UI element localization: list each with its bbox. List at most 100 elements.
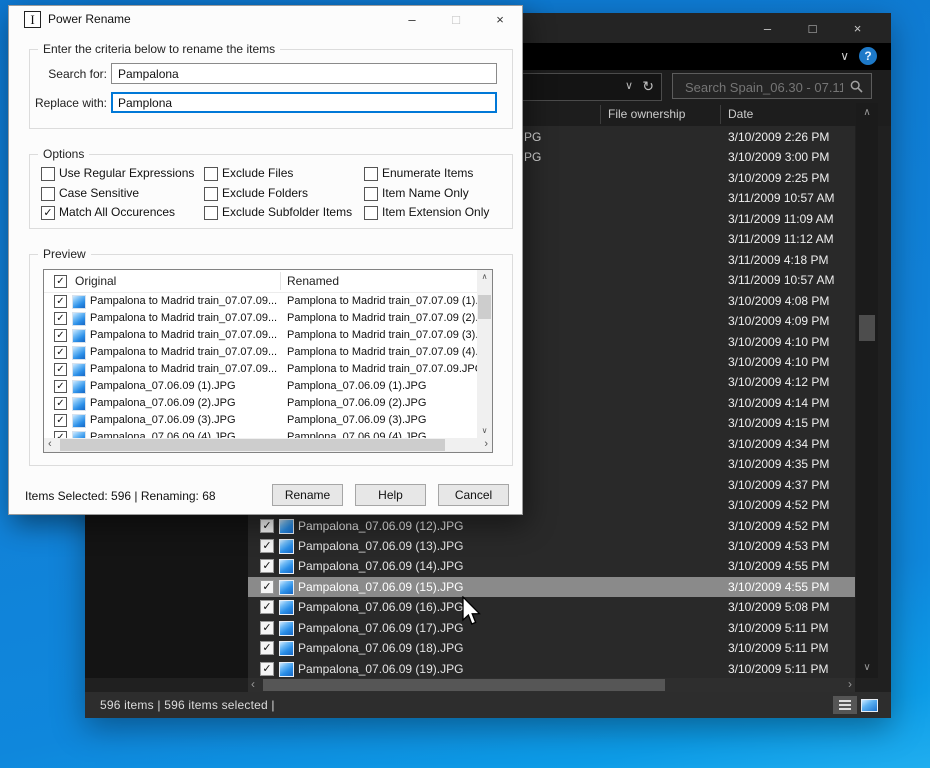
row-checkbox[interactable]: ✓ — [54, 380, 67, 393]
file-name: Pampalona_07.06.09 (16).JPG — [298, 600, 463, 614]
original-name: Pampalona_07.06.09 (4).JPG — [90, 431, 236, 438]
dialog-close-button[interactable]: × — [478, 6, 522, 33]
preview-row[interactable]: ✓Pampalona_07.06.09 (4).JPGPamplona_07.0… — [44, 429, 477, 438]
search-for-input[interactable] — [111, 63, 497, 84]
explorer-maximize-button[interactable]: □ — [790, 13, 835, 43]
option-checkbox[interactable] — [364, 187, 378, 201]
scroll-right-icon[interactable]: › — [484, 438, 488, 452]
row-checkbox[interactable]: ✓ — [260, 519, 274, 533]
vertical-scrollbar[interactable]: ∧ ∨ — [856, 103, 878, 678]
preview-horizontal-scrollbar[interactable]: ‹ › — [44, 438, 492, 452]
cancel-button[interactable]: Cancel — [438, 484, 509, 506]
file-row[interactable]: ✓Pampalona_07.06.09 (13).JPG3/10/2009 4:… — [248, 536, 855, 556]
select-all-checkbox[interactable]: ✓ — [54, 275, 67, 288]
vertical-scrollbar-thumb[interactable] — [859, 315, 875, 341]
row-checkbox[interactable]: ✓ — [260, 600, 274, 614]
scroll-left-icon[interactable]: ‹ — [48, 438, 52, 452]
file-row[interactable]: ✓Pampalona_07.06.09 (19).JPG3/10/2009 5:… — [248, 659, 855, 678]
row-checkbox[interactable]: ✓ — [260, 580, 274, 594]
option-label: Exclude Folders — [222, 186, 308, 200]
horizontal-scrollbar-thumb[interactable] — [263, 679, 665, 691]
scroll-down-icon[interactable]: ∨ — [856, 660, 878, 676]
original-name: Pampalona to Madrid train_07.07.09... — [90, 312, 277, 324]
column-separator[interactable] — [720, 105, 721, 124]
file-row[interactable]: ✓Pampalona_07.06.09 (14).JPG3/10/2009 4:… — [248, 556, 855, 576]
file-row[interactable]: ✓ Pampalona_07.06.09 (15).JPG 3/10/2009 4:… — [248, 577, 855, 597]
search-input[interactable] — [683, 75, 845, 99]
column-header-renamed[interactable]: Renamed — [287, 274, 339, 288]
option-checkbox[interactable] — [364, 167, 378, 181]
address-dropdown-chevron-icon[interactable]: ∨ — [625, 79, 633, 92]
image-file-icon — [279, 559, 294, 574]
preview-hscroll-thumb[interactable] — [60, 439, 445, 451]
column-separator[interactable] — [600, 105, 601, 124]
option-checkbox[interactable] — [41, 167, 55, 181]
image-file-icon — [72, 431, 86, 438]
search-box[interactable] — [672, 73, 872, 99]
preview-row[interactable]: ✓Pampalona to Madrid train_07.07.09...Pa… — [44, 310, 477, 327]
file-row[interactable]: ✓Pampalona_07.06.09 (17).JPG3/10/2009 5:… — [248, 618, 855, 638]
row-checkbox[interactable]: ✓ — [260, 559, 274, 573]
row-checkbox[interactable]: ✓ — [260, 539, 274, 553]
dialog-minimize-button[interactable]: – — [390, 6, 434, 33]
search-for-label: Search for: — [27, 67, 107, 81]
column-header-original[interactable]: Original — [75, 274, 116, 288]
file-row[interactable]: ✓Pampalona_07.06.09 (16).JPG3/10/2009 5:… — [248, 597, 855, 617]
preview-row[interactable]: ✓ Pampalona_07.06.09 (2).JPG Pamplona_07.0… — [44, 395, 477, 412]
option-checkbox[interactable] — [204, 206, 218, 220]
explorer-close-button[interactable]: × — [835, 13, 880, 43]
column-separator[interactable] — [280, 272, 281, 290]
scroll-right-icon[interactable]: › — [848, 678, 852, 692]
rename-button[interactable]: Rename — [272, 484, 343, 506]
column-header-date[interactable]: Date — [728, 107, 753, 121]
explorer-minimize-button[interactable]: – — [745, 13, 790, 43]
preview-row[interactable]: ✓Pampalona_07.06.09 (3).JPGPamplona_07.0… — [44, 412, 477, 429]
option-checkbox[interactable] — [204, 187, 218, 201]
thumbnail-view-button[interactable] — [857, 696, 881, 714]
scroll-left-icon[interactable]: ‹ — [251, 678, 255, 692]
scroll-up-icon[interactable]: ∧ — [856, 105, 878, 121]
row-checkbox[interactable]: ✓ — [260, 641, 274, 655]
help-button[interactable]: Help — [355, 484, 426, 506]
file-name: Pampalona_07.06.09 (15).JPG — [298, 580, 463, 594]
file-row[interactable]: ✓Pampalona_07.06.09 (18).JPG3/10/2009 5:… — [248, 638, 855, 658]
replace-with-input[interactable] — [111, 92, 497, 113]
column-header-file-ownership[interactable]: File ownership — [608, 107, 685, 121]
option-checkbox[interactable] — [41, 187, 55, 201]
preview-row[interactable]: ✓Pampalona to Madrid train_07.07.09...Pa… — [44, 293, 477, 310]
option-checkbox[interactable]: ✓ — [41, 206, 55, 220]
preview-vscroll-thumb[interactable] — [478, 295, 491, 319]
mouse-cursor — [461, 596, 481, 626]
option-checkbox[interactable] — [204, 167, 218, 181]
dialog-titlebar[interactable]: I Power Rename – □ × — [9, 6, 522, 33]
refresh-icon[interactable]: ↻ — [642, 78, 654, 95]
preview-vertical-scrollbar[interactable]: ∧ ∨ — [477, 270, 492, 438]
row-checkbox[interactable]: ✓ — [54, 397, 67, 410]
row-checkbox[interactable]: ✓ — [54, 414, 67, 427]
preview-row[interactable]: ✓Pampalona to Madrid train_07.07.09...Pa… — [44, 327, 477, 344]
original-name: Pampalona_07.06.09 (2).JPG — [90, 397, 236, 409]
row-checkbox[interactable]: ✓ — [54, 346, 67, 359]
file-date: 3/10/2009 4:55 PM — [728, 580, 829, 594]
horizontal-scrollbar[interactable]: ‹ › — [248, 678, 855, 692]
scroll-up-icon[interactable]: ∧ — [477, 270, 492, 284]
row-checkbox[interactable]: ✓ — [260, 621, 274, 635]
preview-row[interactable]: ✓Pampalona to Madrid train_07.07.09...Pa… — [44, 344, 477, 361]
details-view-button[interactable] — [833, 696, 857, 714]
row-checkbox[interactable]: ✓ — [54, 295, 67, 308]
row-checkbox[interactable]: ✓ — [54, 363, 67, 376]
row-checkbox[interactable]: ✓ — [54, 329, 67, 342]
row-checkbox[interactable]: ✓ — [260, 662, 274, 676]
preview-row[interactable]: ✓Pampalona_07.06.09 (1).JPGPamplona_07.0… — [44, 378, 477, 395]
row-checkbox[interactable]: ✓ — [54, 431, 67, 438]
minimize-icon: – — [764, 21, 771, 36]
ribbon-expand-chevron-icon[interactable]: ∨ — [840, 49, 849, 63]
option-checkbox[interactable] — [364, 206, 378, 220]
row-checkbox[interactable]: ✓ — [54, 312, 67, 325]
scroll-down-icon[interactable]: ∨ — [477, 424, 492, 438]
help-icon[interactable]: ? — [859, 47, 877, 65]
file-row[interactable]: ✓Pampalona_07.06.09 (12).JPG3/10/2009 4:… — [248, 516, 855, 536]
preview-row[interactable]: ✓Pampalona to Madrid train_07.07.09...Pa… — [44, 361, 477, 378]
power-rename-dialog: I Power Rename – □ × Enter the criteria … — [8, 5, 523, 515]
renamed-name: Pamplona_07.06.09 (2).JPG — [287, 397, 426, 409]
